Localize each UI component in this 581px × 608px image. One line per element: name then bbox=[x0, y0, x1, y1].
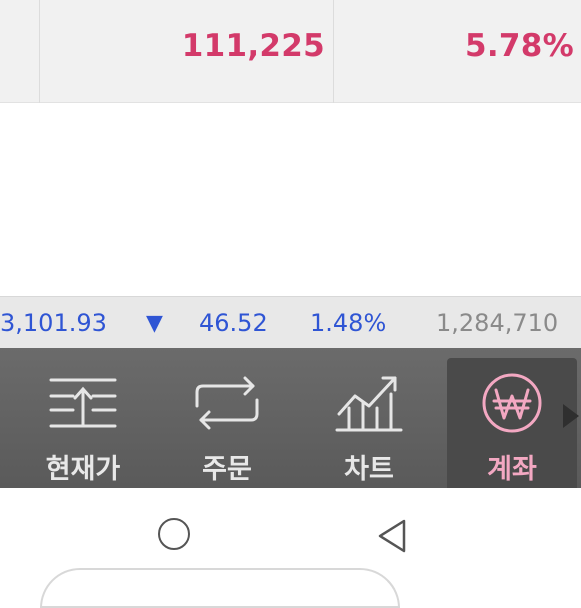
more-arrow-icon[interactable] bbox=[563, 404, 579, 428]
tab-order[interactable]: 주문 bbox=[162, 348, 292, 488]
order-exchange-icon bbox=[195, 376, 259, 430]
index-volume: 1,284,710 bbox=[436, 309, 559, 337]
bottom-tab-bar: 현재가 주문 차트 계좌 bbox=[0, 348, 581, 488]
current-price-icon bbox=[49, 378, 117, 428]
table-cell-rate: 5.78% bbox=[334, 0, 581, 103]
index-change: 46.52 bbox=[199, 309, 268, 337]
price-value: 111,225 bbox=[181, 28, 325, 64]
tab-account[interactable]: 계좌 bbox=[447, 358, 577, 488]
empty-content-area bbox=[0, 103, 581, 296]
won-account-icon bbox=[482, 373, 542, 433]
change-rate-value: 5.78% bbox=[464, 28, 574, 64]
down-triangle-icon: ▼ bbox=[146, 311, 163, 336]
tab-label: 주문 bbox=[202, 454, 252, 485]
table-cell-name bbox=[0, 0, 40, 103]
index-ticker-bar[interactable]: 3,101.93 ▼ 46.52 1.48% 1,284,710 bbox=[0, 296, 581, 348]
table-cell-price: 111,225 bbox=[40, 0, 334, 103]
tab-current-price[interactable]: 현재가 bbox=[18, 348, 148, 488]
table-row[interactable]: 111,225 5.78% bbox=[0, 0, 581, 103]
tab-chart[interactable]: 차트 bbox=[304, 348, 434, 488]
tab-label: 계좌 bbox=[487, 454, 537, 485]
tab-label: 현재가 bbox=[45, 454, 121, 485]
home-circle-icon[interactable] bbox=[158, 518, 190, 550]
tab-label: 차트 bbox=[344, 454, 394, 485]
index-change-percent: 1.48% bbox=[310, 309, 387, 337]
index-value: 3,101.93 bbox=[0, 309, 107, 337]
back-triangle-icon[interactable] bbox=[376, 518, 408, 554]
chart-icon bbox=[335, 376, 403, 432]
overlay-edge bbox=[40, 568, 400, 608]
